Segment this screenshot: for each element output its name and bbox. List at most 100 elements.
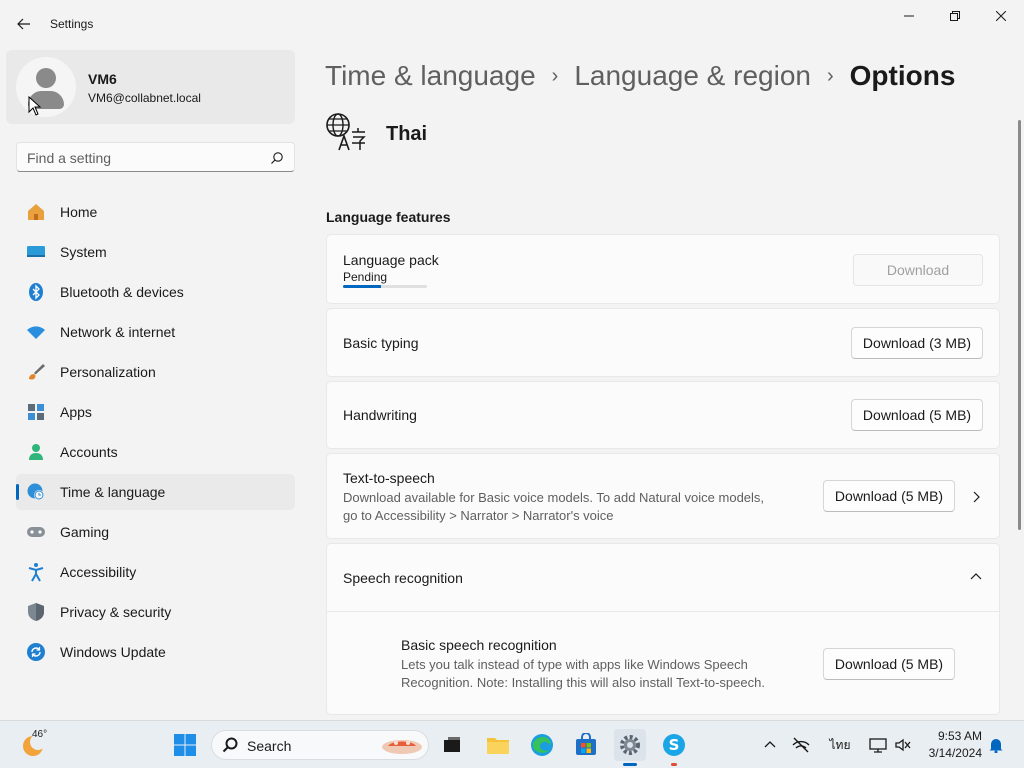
sidebar-item-label: Windows Update [60,644,166,660]
file-explorer-button[interactable] [482,729,514,761]
sidebar-item-network[interactable]: Network & internet [16,314,295,350]
taskbar-search-label: Search [247,738,292,754]
taskbar-search[interactable]: Search [211,730,429,760]
language-pack-progress [343,285,427,288]
user-profile-card[interactable]: VM6 VM6@collabnet.local [6,50,295,124]
sidebar-item-label: Apps [60,404,92,420]
sidebar-item-label: Privacy & security [60,604,172,620]
close-icon [996,11,1006,21]
sidebar-item-label: Bluetooth & devices [60,284,184,300]
sidebar-item-system[interactable]: System [16,234,295,270]
sidebar-item-label: Personalization [60,364,156,380]
minimize-icon [904,15,914,17]
tts-description-line1: Download available for Basic voice model… [343,490,765,505]
start-button[interactable] [169,729,201,761]
language-pack-title: Language pack [343,252,439,268]
folder-icon [487,738,509,754]
volume-button[interactable] [893,735,913,755]
notifications-button[interactable] [986,735,1006,755]
sidebar-item-label: Home [60,204,98,220]
edge-button[interactable] [526,729,558,761]
gear-icon [620,735,640,755]
show-hidden-icons-button[interactable] [760,735,780,755]
task-view-icon [444,737,460,752]
sidebar-item-gaming[interactable]: Gaming [16,514,295,550]
text-to-speech-card[interactable]: Text-to-speech Download available for Ba… [326,453,1000,539]
sidebar-item-label: Accounts [60,444,118,460]
network-status-button[interactable] [791,735,811,755]
store-button[interactable] [570,729,602,761]
sidebar-item-bluetooth[interactable]: Bluetooth & devices [16,274,295,310]
system-icon [26,242,46,262]
avatar [16,57,76,117]
sidebar-item-apps[interactable]: Apps [16,394,295,430]
sidebar-item-time-language[interactable]: Time & language [16,474,295,510]
language-icon [326,113,366,151]
brush-icon [26,362,46,382]
gaming-icon [26,522,46,542]
skype-button[interactable]: S [658,729,690,766]
breadcrumb: Time & language › Language & region › Op… [325,56,955,96]
language-pack-download-button[interactable]: Download [853,254,983,286]
sidebar-item-label: Network & internet [60,324,176,340]
search-highlight-icon [382,740,422,754]
time-language-icon [26,482,46,502]
search-icon [222,737,238,753]
search-input[interactable] [27,149,257,167]
active-app-indicator [623,763,637,766]
minimize-button[interactable] [886,0,932,32]
clock-time[interactable]: 9:53 AM [928,729,982,743]
sidebar-item-home[interactable]: Home [16,194,295,230]
taskbar: 46° Search S ไทย 9:53 AM 3/14/2024 [0,720,1024,768]
language-features-heading: Language features [326,209,451,225]
wifi-icon [26,322,46,342]
back-arrow-icon [17,18,30,30]
ime-label: ไทย [829,737,851,752]
sidebar-item-privacy[interactable]: Privacy & security [16,594,295,630]
store-icon [576,733,596,755]
page-title: Options [849,60,956,91]
ethernet-icon [869,738,887,753]
sidebar-item-accounts[interactable]: Accounts [16,434,295,470]
breadcrumb-language-region[interactable]: Language & region [574,60,811,92]
windows-logo-icon [174,734,196,756]
back-button[interactable] [8,8,40,40]
sidebar-item-label: Time & language [60,484,166,500]
accessibility-icon [26,562,46,582]
handwriting-download-button[interactable]: Download (5 MB) [851,399,983,431]
chevron-up-icon [970,573,982,580]
sidebar-item-windows-update[interactable]: Windows Update [16,634,295,670]
tts-description-line2: go to Accessibility > Narrator > Narrato… [343,508,614,523]
tts-download-button[interactable]: Download (5 MB) [823,480,955,512]
apps-icon [26,402,46,422]
breadcrumb-separator: › [826,64,834,87]
basic-typing-download-button[interactable]: Download (3 MB) [851,327,983,359]
app-title: Settings [50,17,94,31]
settings-search-box[interactable] [16,142,295,172]
search-icon [271,152,283,164]
basic-typing-title: Basic typing [343,335,419,351]
sidebar-item-accessibility[interactable]: Accessibility [16,554,295,590]
input-language-button[interactable]: ไทย [828,735,852,755]
network-icon-button[interactable] [868,735,888,755]
sidebar-nav: Home System Bluetooth & devices Network … [16,194,295,674]
progress-fill [343,285,381,288]
handwriting-title: Handwriting [343,407,417,423]
breadcrumb-time-language[interactable]: Time & language [325,60,536,92]
chevron-up-icon [764,741,776,748]
close-button[interactable] [978,0,1024,32]
tts-title: Text-to-speech [343,470,435,486]
task-view-button[interactable] [436,729,468,761]
settings-taskbar-button[interactable] [614,729,646,766]
basic-speech-download-button[interactable]: Download (5 MB) [823,648,955,680]
breadcrumb-separator: › [551,64,559,87]
language-pack-status: Pending [343,270,388,284]
sidebar-item-personalization[interactable]: Personalization [16,354,295,390]
speech-recognition-header[interactable]: Speech recognition [327,544,999,611]
restore-button[interactable] [932,0,978,32]
basic-speech-title: Basic speech recognition [401,637,557,653]
scrollbar[interactable] [1018,120,1021,530]
handwriting-card: Handwriting Download (5 MB) [326,381,1000,449]
shield-icon [26,602,46,622]
clock-date[interactable]: 3/14/2024 [920,746,982,760]
